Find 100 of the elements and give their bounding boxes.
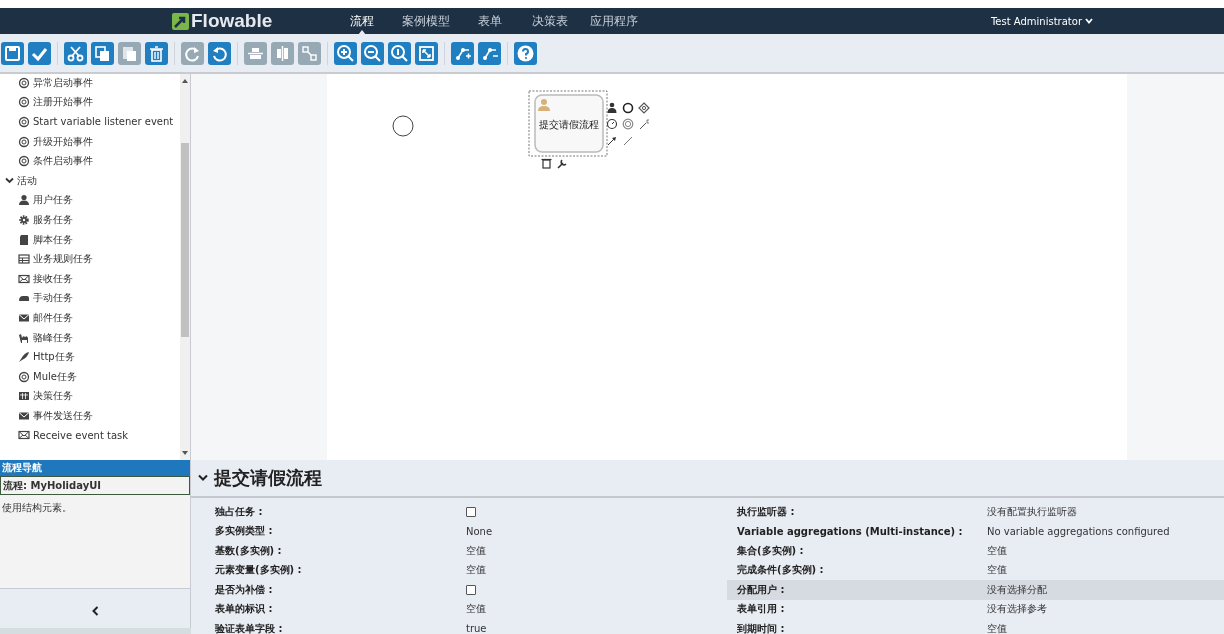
circle-icon (18, 116, 30, 128)
user-icon (538, 99, 550, 111)
property-value[interactable]: No variable aggregations configured (987, 525, 1224, 537)
user-icon (18, 194, 30, 207)
add-bendpoint-button[interactable] (451, 41, 474, 65)
circle-icon (18, 135, 30, 148)
property-value[interactable]: true (466, 623, 727, 634)
palette-item[interactable]: Mule任务 (33, 369, 77, 384)
palette-item[interactable]: 邮件任务 (33, 310, 73, 325)
save-button[interactable] (1, 41, 24, 65)
property-value[interactable]: 空值 (466, 563, 727, 578)
collapse-button[interactable] (91, 605, 99, 616)
circle-icon (18, 96, 30, 109)
annotation-icon[interactable] (639, 119, 650, 130)
palette-item[interactable]: Http任务 (33, 350, 75, 365)
property-label: 分配用户 : (737, 582, 786, 597)
undo-button[interactable] (208, 41, 231, 65)
envelope-icon (18, 272, 30, 285)
nav-tab[interactable]: 表单 (460, 8, 520, 34)
properties-title: 提交请假流程 (214, 466, 322, 490)
chevron-left-icon (91, 605, 99, 616)
gear-icon (18, 213, 30, 226)
scroll-up-icon[interactable] (182, 78, 188, 84)
camel-icon (18, 331, 30, 344)
nav-tab[interactable]: 决策表 (520, 8, 580, 34)
timer-icon[interactable] (606, 118, 618, 130)
property-value[interactable]: 空值 (466, 543, 727, 558)
help-button[interactable] (514, 41, 537, 65)
palette-group[interactable]: 活动 (17, 173, 37, 188)
zoom-out-button[interactable] (361, 41, 384, 65)
gateway-icon[interactable] (638, 102, 650, 114)
property-value[interactable]: 空值 (987, 563, 1224, 578)
palette-item[interactable]: 升级开始事件 (33, 134, 93, 149)
wrench-icon[interactable] (557, 159, 567, 169)
palette-item[interactable]: 事件发送任务 (33, 408, 93, 423)
copy-button[interactable] (91, 41, 114, 65)
palette-item[interactable]: 业务规则任务 (33, 252, 93, 267)
script-icon (18, 233, 30, 246)
property-label: 多实例类型 : (215, 524, 274, 539)
checkbox[interactable] (466, 506, 476, 517)
palette-item[interactable]: Receive event task (33, 430, 129, 441)
property-value[interactable]: 没有配置执行监听器 (987, 504, 1224, 519)
envelope-icon (18, 409, 30, 422)
checkbox[interactable] (466, 584, 476, 595)
circle-icon (18, 370, 30, 383)
palette-item[interactable]: 骆峰任务 (33, 330, 73, 345)
property-label: 集合(多实例) : (737, 543, 805, 558)
property-label: 验证表单字段 : (215, 621, 284, 634)
nav-tab[interactable]: 应用程序 (580, 8, 648, 34)
scrollbar-thumb[interactable] (181, 143, 189, 337)
palette-item[interactable]: 条件启动事件 (33, 154, 93, 169)
logo-text: Flowable (191, 10, 273, 32)
line-icon[interactable] (623, 136, 633, 146)
chevron-down-icon[interactable] (198, 474, 208, 482)
property-label: 基数(多实例) : (215, 543, 283, 558)
palette-item[interactable]: 用户任务 (33, 193, 73, 208)
zoom-in-button[interactable] (334, 41, 357, 65)
palette-item[interactable]: 手动任务 (33, 291, 73, 306)
envelope-icon (18, 311, 30, 324)
arrow-icon[interactable] (607, 137, 616, 146)
property-label: 执行监听器 : (737, 504, 796, 519)
trash-button[interactable] (145, 41, 168, 65)
property-value[interactable]: 空值 (466, 602, 727, 617)
property-label: 元素变量(多实例) : (215, 563, 303, 578)
scissors-button[interactable] (64, 41, 87, 65)
nav-tab[interactable]: 案例模型 (392, 8, 460, 34)
palette-item[interactable]: 服务任务 (33, 212, 73, 227)
circle-icon (18, 76, 30, 89)
palette-item[interactable]: 脚本任务 (33, 232, 73, 247)
scroll-down-icon[interactable] (182, 450, 188, 456)
checkmark-button[interactable] (28, 41, 51, 65)
property-value[interactable]: 空值 (987, 621, 1224, 634)
palette-item[interactable]: 接收任务 (33, 271, 73, 286)
task-label: 提交请假流程 (539, 119, 599, 130)
property-label: 表单的标识 : (215, 602, 274, 617)
palette-item[interactable]: 异常启动事件 (33, 75, 93, 90)
logo-icon (172, 12, 189, 30)
palette-item[interactable]: 决策任务 (33, 389, 73, 404)
scrollbar[interactable] (180, 74, 190, 460)
start-event[interactable] (392, 115, 414, 137)
remove-bendpoint-button[interactable] (478, 41, 501, 65)
double-circle-icon[interactable] (622, 118, 634, 130)
property-value[interactable]: 没有选择参考 (987, 602, 1224, 617)
navigator-message: 使用结构元素。 (1, 501, 73, 515)
user-menu[interactable]: Test Administrator (990, 15, 1082, 27)
property-label: 到期时间 : (737, 621, 786, 634)
zoom-actual-button[interactable] (388, 41, 411, 65)
property-value[interactable]: None (466, 525, 727, 537)
trash-icon[interactable] (540, 158, 553, 169)
task-node[interactable] (534, 94, 604, 153)
property-value[interactable]: 没有选择分配 (987, 582, 1224, 597)
palette-item[interactable]: 注册开始事件 (33, 95, 93, 110)
palette-item[interactable]: Start variable listener event (33, 116, 174, 128)
grid-icon (18, 390, 30, 403)
envelope-icon (18, 429, 30, 442)
fit-button[interactable] (415, 41, 438, 65)
end-event-icon[interactable] (622, 102, 634, 114)
property-label: 完成条件(多实例) : (737, 563, 825, 578)
property-value[interactable]: 空值 (987, 543, 1224, 558)
user-icon[interactable] (607, 102, 617, 113)
